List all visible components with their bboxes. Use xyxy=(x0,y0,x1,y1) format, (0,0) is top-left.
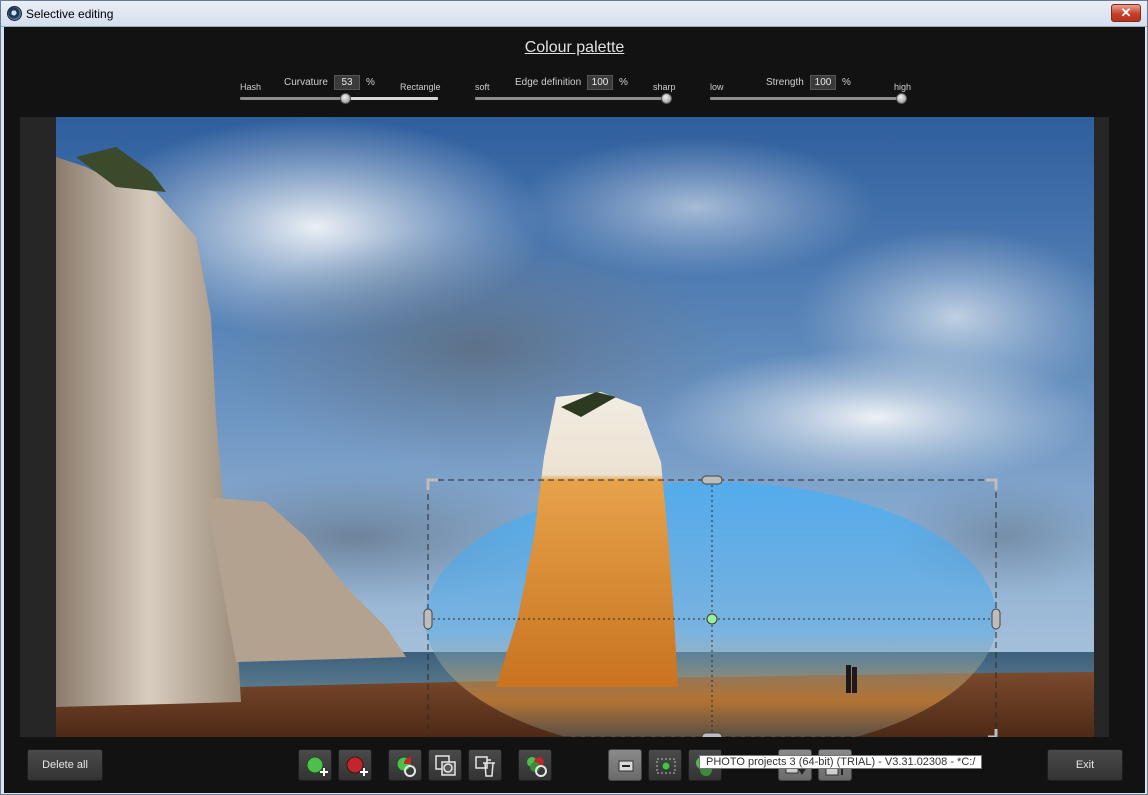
editor-area: Colour palette Hash Curvature 53 % Recta… xyxy=(4,27,1145,793)
minus-icon xyxy=(618,760,634,772)
strength-min-label: low xyxy=(710,82,724,92)
curvature-unit: % xyxy=(366,77,375,88)
mask-options-button[interactable] xyxy=(518,749,552,781)
edge-unit: % xyxy=(619,77,628,88)
taskbar-tooltip: PHOTO projects 3 (64-bit) (TRIAL) - V3.3… xyxy=(699,755,983,769)
trash-mask-icon xyxy=(475,756,495,777)
add-red-mask-button[interactable] xyxy=(338,749,372,781)
add-red-mask-icon xyxy=(346,756,368,776)
edge-track[interactable] xyxy=(475,97,667,100)
strength-label: Strength xyxy=(766,77,804,88)
delete-all-button[interactable]: Delete all xyxy=(27,749,103,781)
curvature-thumb[interactable] xyxy=(340,93,351,104)
strength-unit: % xyxy=(842,77,851,88)
add-green-mask-icon xyxy=(306,756,328,776)
beach-rock-photo xyxy=(56,117,1094,737)
window-title: Selective editing xyxy=(26,7,114,21)
single-mask-mode-button[interactable] xyxy=(608,749,642,781)
colour-palette-link[interactable]: Colour palette xyxy=(4,39,1145,57)
exit-button[interactable]: Exit xyxy=(1047,749,1123,781)
delete-mask-button[interactable] xyxy=(468,749,502,781)
app-icon xyxy=(7,6,22,21)
edge-definition-slider-group: soft Edge definition 100 % sharp xyxy=(473,75,677,105)
edge-max-label: sharp xyxy=(653,82,676,92)
strength-slider-group: low Strength 100 % high xyxy=(708,75,912,105)
strength-max-label: high xyxy=(894,82,912,92)
canvas-frame xyxy=(20,117,1109,737)
copy-mask-icon xyxy=(435,755,456,776)
curvature-max-label: Rectangle xyxy=(400,82,441,92)
add-green-mask-button[interactable] xyxy=(298,749,332,781)
edge-definition-label: Edge definition xyxy=(515,77,582,88)
selective-editing-window: Selective editing ✕ Colour palette Hash … xyxy=(0,0,1148,795)
rotate-mask-button[interactable] xyxy=(388,749,422,781)
edge-min-label: soft xyxy=(475,82,490,92)
close-button[interactable]: ✕ xyxy=(1111,4,1141,22)
strength-track[interactable] xyxy=(710,97,902,100)
center-point-icon xyxy=(656,758,676,774)
curvature-value-input[interactable]: 53 xyxy=(334,75,360,90)
photo-canvas[interactable] xyxy=(56,117,1094,737)
strength-thumb[interactable] xyxy=(896,93,907,104)
edge-definition-value-input[interactable]: 100 xyxy=(587,75,613,90)
title-bar: Selective editing ✕ xyxy=(1,1,1147,27)
curvature-fill xyxy=(346,97,438,100)
center-point-button[interactable] xyxy=(648,749,682,781)
curvature-label: Curvature xyxy=(284,77,328,88)
mask-options-icon xyxy=(527,757,547,777)
edge-thumb[interactable] xyxy=(661,93,672,104)
curvature-min-label: Hash xyxy=(240,82,262,92)
rotate-mask-icon xyxy=(396,756,416,777)
copy-mask-button[interactable] xyxy=(428,749,462,781)
curvature-slider-group: Hash Curvature 53 % Rectangle xyxy=(238,75,442,105)
strength-value-input[interactable]: 100 xyxy=(810,75,836,90)
